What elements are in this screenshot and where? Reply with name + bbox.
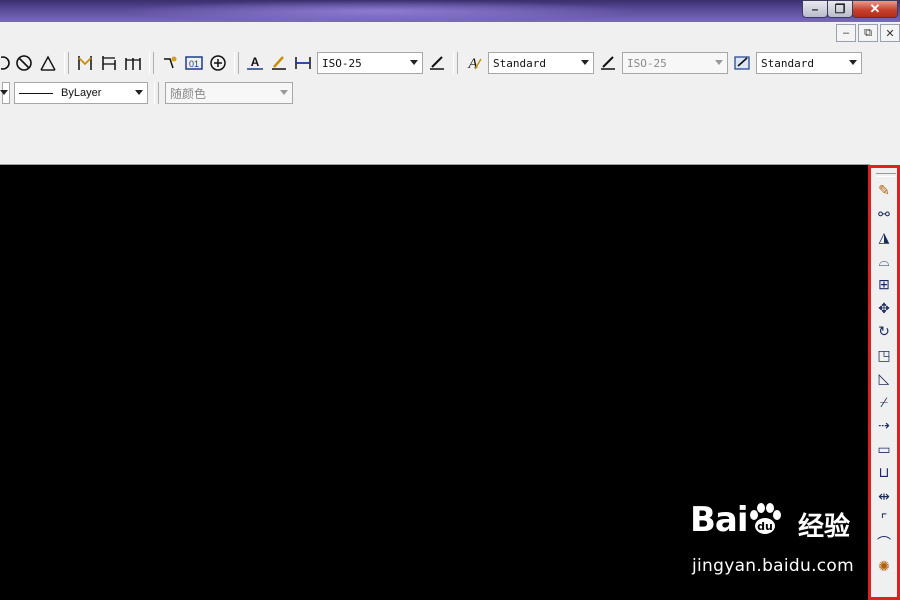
toolbar-separator [453, 52, 458, 74]
trim-icon[interactable]: ⌿ [873, 391, 895, 415]
multileader-style-value: ISO-25 [627, 56, 667, 70]
dim-continue-icon[interactable] [122, 52, 144, 74]
break-at-point-icon[interactable]: ▭ [873, 438, 895, 462]
chevron-down-icon [581, 60, 589, 65]
array-icon[interactable]: ⊞ [873, 273, 895, 297]
watermark-logo: Bai [690, 500, 749, 540]
join-icon[interactable]: ⇹ [873, 485, 895, 509]
copy-icon[interactable]: ⚯ [873, 203, 895, 227]
text-style-icon[interactable]: A [463, 52, 485, 74]
dim-style-select[interactable]: ISO-25 [317, 52, 423, 74]
title-bar-gradient [120, 0, 640, 22]
rotate-icon[interactable]: ↻ [873, 320, 895, 344]
erase-icon[interactable]: ✎ [873, 179, 895, 203]
watermark-url: jingyan.baidu.com [692, 556, 854, 576]
dim-baseline-icon[interactable] [98, 52, 120, 74]
svg-text:A: A [251, 55, 260, 69]
toolbar-separator [64, 52, 69, 74]
dim-style-manager-icon[interactable] [426, 52, 448, 74]
dim-text-edit-icon[interactable] [268, 52, 290, 74]
move-icon[interactable]: ✥ [873, 297, 895, 321]
toolbar-grip[interactable] [876, 173, 896, 177]
partial-icon[interactable] [1, 52, 11, 74]
multileader-style-icon[interactable] [597, 52, 619, 74]
fillet-icon[interactable]: ⌒ [873, 532, 895, 556]
window-title-bar: – ❐ ✕ [0, 0, 900, 22]
svg-text:A: A [467, 56, 478, 72]
modify-tools: ✎ ⚯ ◮ ⌓ ⊞ ✥ ↻ ◳ ◺ ⌿ ⇢ ▭ ⊔ ⇹ ⌜ ⌒ ✺ [873, 179, 895, 579]
watermark-chinese: 经验 [798, 512, 851, 542]
window-restore-button[interactable]: ❐ [827, 0, 853, 18]
properties-toolbar: ByLayer 随颜色 [0, 79, 295, 107]
quick-dimension-icon[interactable] [74, 52, 96, 74]
svg-text:01: 01 [189, 59, 199, 69]
linetype-preview [19, 92, 53, 94]
partial-combo[interactable] [0, 82, 10, 104]
toolbar-separator [149, 52, 154, 74]
chevron-down-icon [280, 90, 288, 95]
center-mark-box-icon[interactable]: 01 [183, 52, 205, 74]
toolbar-area: – ⧉ ✕ 01 A ISO-25 A Standard ISO-25 Stan… [0, 22, 900, 165]
linetype-value: ByLayer [61, 87, 102, 99]
dim-edit-icon[interactable]: A [244, 52, 266, 74]
dim-diameter-icon[interactable] [13, 52, 35, 74]
explode-icon[interactable]: ✺ [873, 555, 895, 579]
watermark-logo-suffix: du [757, 520, 773, 533]
break-icon[interactable]: ⊔ [873, 461, 895, 485]
center-mark-icon[interactable] [207, 52, 229, 74]
paw-icon: du [750, 503, 781, 534]
extend-icon[interactable]: ⇢ [873, 414, 895, 438]
window-close-button[interactable]: ✕ [852, 0, 898, 18]
dim-update-icon[interactable] [292, 52, 314, 74]
tolerance-icon[interactable] [159, 52, 181, 74]
table-style-icon[interactable] [731, 52, 753, 74]
text-style-select[interactable]: Standard [488, 52, 594, 74]
color-select[interactable]: 随颜色 [165, 82, 293, 104]
baidu-jingyan-watermark: Bai du 经验 jingyan.baidu.com [690, 500, 860, 580]
toolbar-separator [154, 82, 159, 104]
window-minimize-button[interactable]: – [802, 0, 828, 18]
mirror-icon[interactable]: ◮ [873, 226, 895, 250]
window-controls: – ❐ ✕ [802, 0, 898, 20]
offset-icon[interactable]: ⌓ [873, 250, 895, 274]
dim-angular-icon[interactable] [37, 52, 59, 74]
styles-toolbar: 01 A ISO-25 A Standard ISO-25 Standard [0, 49, 864, 77]
stretch-icon[interactable]: ◺ [873, 367, 895, 391]
chevron-down-icon [0, 90, 8, 95]
doc-close-button[interactable]: ✕ [880, 24, 900, 42]
color-value: 随颜色 [170, 86, 207, 101]
document-window-controls: – ⧉ ✕ [834, 24, 900, 42]
chamfer-icon[interactable]: ⌜ [873, 508, 895, 532]
text-style-value: Standard [493, 56, 546, 70]
scale-icon[interactable]: ◳ [873, 344, 895, 368]
chevron-down-icon [410, 60, 418, 65]
linetype-select[interactable]: ByLayer [14, 82, 148, 104]
doc-minimize-button[interactable]: – [836, 24, 856, 42]
doc-restore-button[interactable]: ⧉ [858, 24, 878, 42]
chevron-down-icon [715, 60, 723, 65]
table-style-value: Standard [761, 56, 814, 70]
multileader-style-select[interactable]: ISO-25 [622, 52, 728, 74]
dim-style-value: ISO-25 [322, 56, 362, 70]
chevron-down-icon [135, 90, 143, 95]
chevron-down-icon [849, 60, 857, 65]
toolbar-separator [234, 52, 239, 74]
modify-toolbar: ✎ ⚯ ◮ ⌓ ⊞ ✥ ↻ ◳ ◺ ⌿ ⇢ ▭ ⊔ ⇹ ⌜ ⌒ ✺ [868, 165, 900, 600]
table-style-select[interactable]: Standard [756, 52, 862, 74]
